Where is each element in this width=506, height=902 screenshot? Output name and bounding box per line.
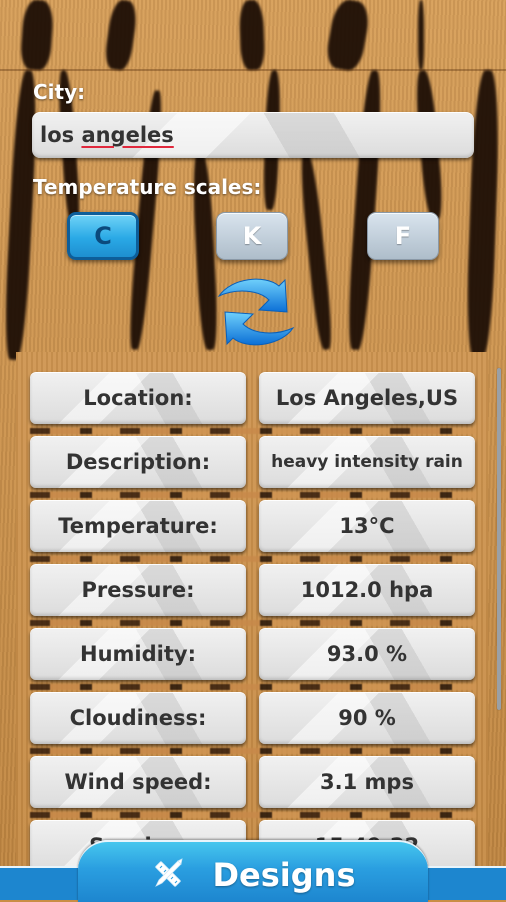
scale-kelvin-button[interactable]: K: [216, 212, 288, 260]
row-value: 13°C: [259, 500, 475, 552]
row-key: Humidity:: [30, 628, 246, 680]
row-key: Description:: [30, 436, 246, 488]
row-key: Wind speed:: [30, 756, 246, 808]
city-label: City:: [33, 80, 86, 104]
tab-designs[interactable]: Designs: [78, 840, 428, 902]
row-key: Cloudiness:: [30, 692, 246, 744]
table-row: Location: Los Angeles,US: [30, 372, 476, 426]
row-key: Location:: [30, 372, 246, 424]
scrollbar[interactable]: [497, 368, 501, 710]
table-row: Temperature: 13°C: [30, 500, 476, 554]
weather-table: Location: Los Angeles,US Description: he…: [16, 352, 488, 900]
row-key: Pressure:: [30, 564, 246, 616]
table-row: Pressure: 1012.0 hpa: [30, 564, 476, 618]
pencil-ruler-icon: [155, 858, 184, 887]
table-row: Wind speed: 3.1 mps: [30, 756, 476, 810]
city-input-text: los: [40, 123, 82, 147]
row-value: 90 %: [259, 692, 475, 744]
scale-fahrenheit-button[interactable]: F: [367, 212, 439, 260]
row-value: Los Angeles,US: [259, 372, 475, 424]
table-row: Humidity: 93.0 %: [30, 628, 476, 682]
row-value: 1012.0 hpa: [259, 564, 475, 616]
tab-designs-label: Designs: [212, 856, 356, 894]
row-value: 3.1 mps: [259, 756, 475, 808]
table-row: Cloudiness: 90 %: [30, 692, 476, 746]
table-row: Description: heavy intensity rain: [30, 436, 476, 490]
temperature-scales-label: Temperature scales:: [33, 175, 262, 199]
row-value: heavy intensity rain: [259, 436, 475, 488]
bottom-tab-bar: Designs: [0, 840, 506, 902]
refresh-arrows-icon[interactable]: [213, 274, 299, 350]
city-input-misspelled-word: angeles: [81, 123, 174, 147]
city-input[interactable]: los angeles: [32, 112, 474, 158]
row-value: 93.0 %: [259, 628, 475, 680]
scale-celsius-button[interactable]: C: [67, 212, 139, 260]
row-key: Temperature:: [30, 500, 246, 552]
